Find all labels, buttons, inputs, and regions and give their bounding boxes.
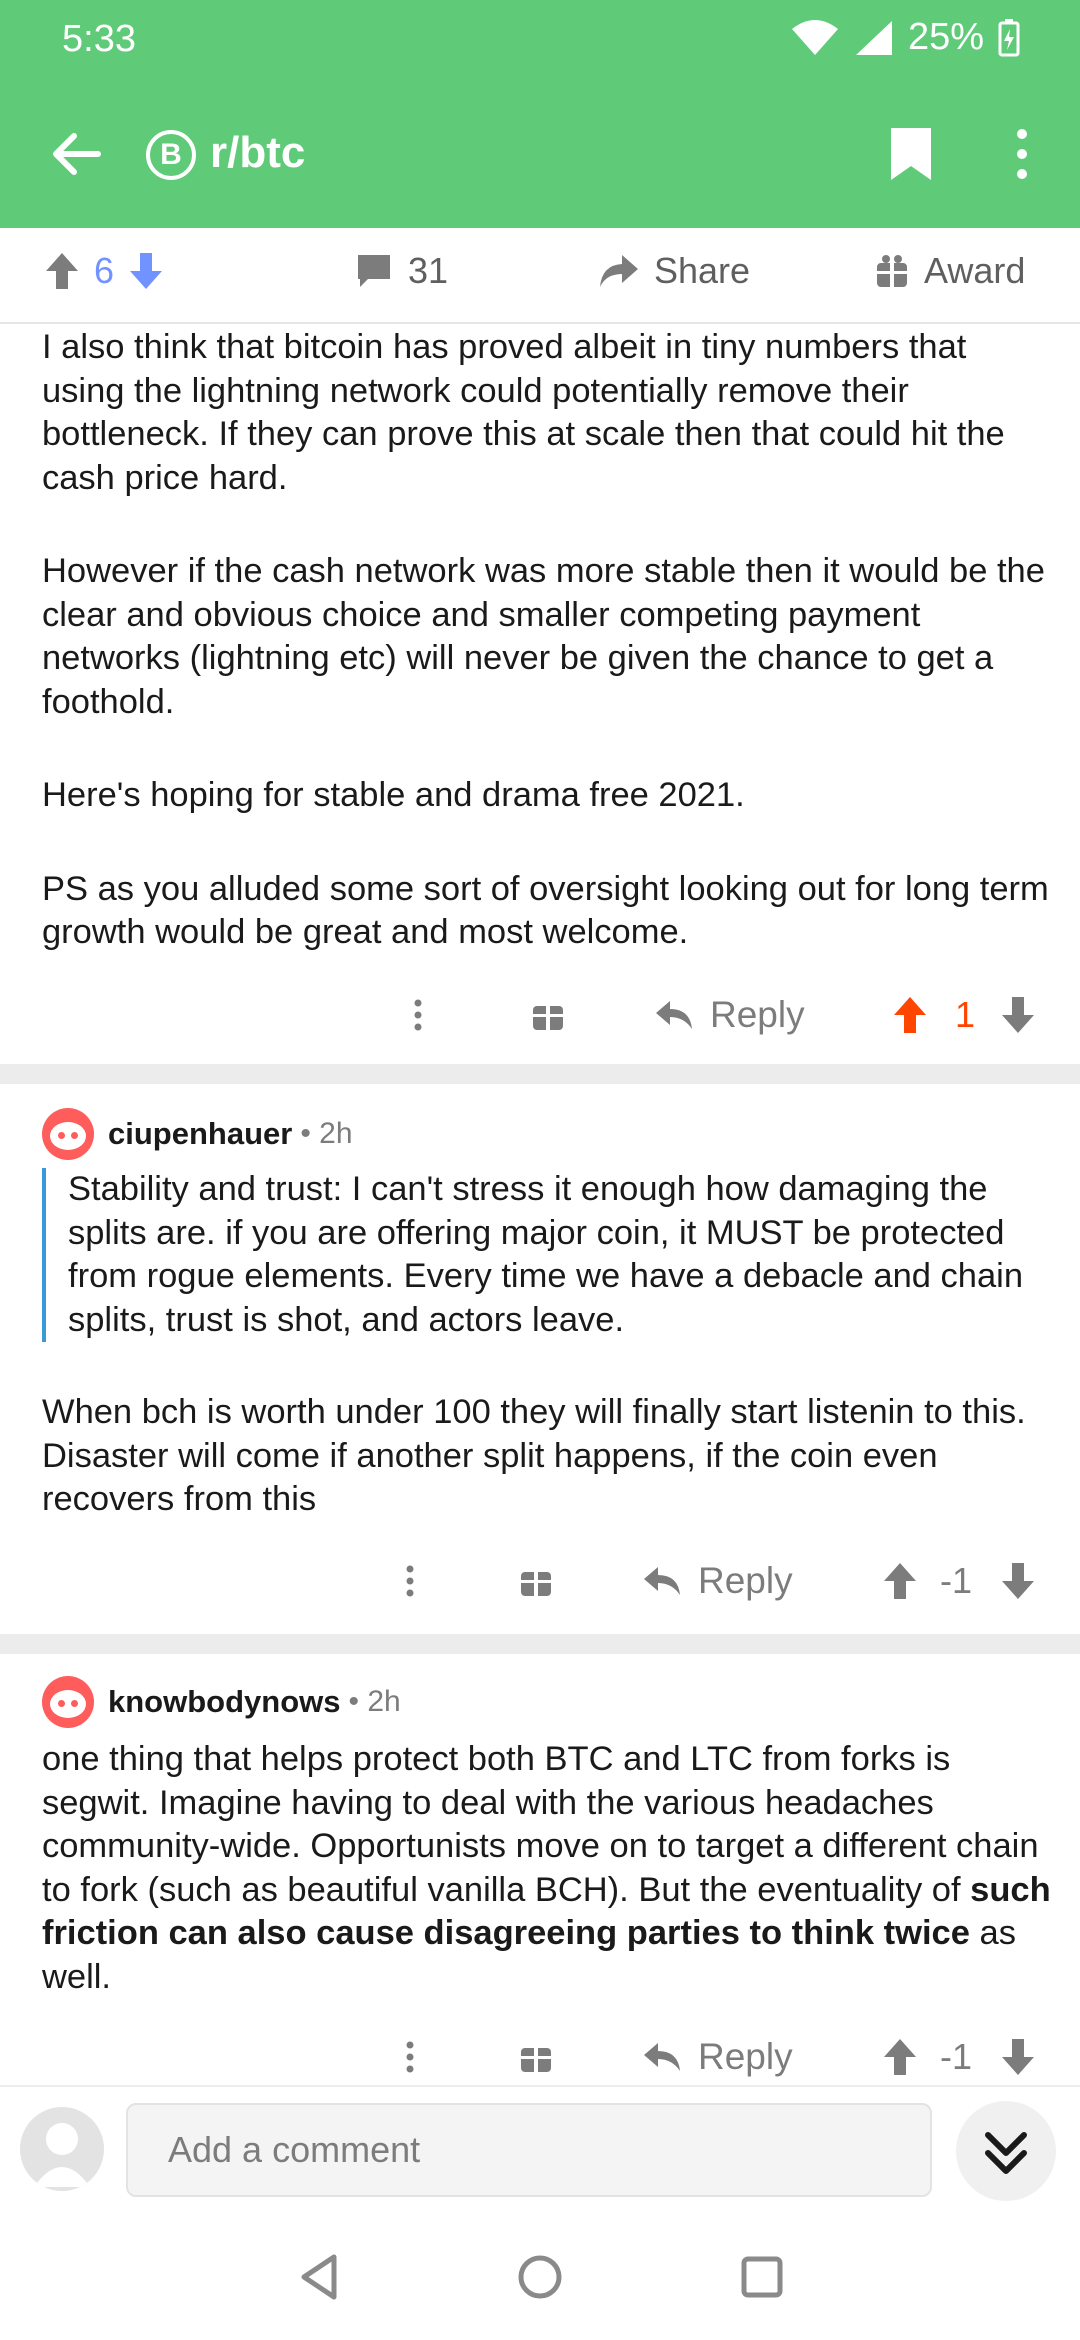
status-icons: 25%: [790, 16, 1020, 59]
comment-actions: Reply -1: [0, 1546, 1080, 1616]
award-gift-icon[interactable]: [530, 980, 566, 1050]
reply-icon: [656, 1001, 692, 1029]
nav-back-icon[interactable]: [290, 2247, 350, 2307]
comment-body-top: I also think that bitcoin has proved alb…: [42, 326, 1052, 1005]
comment-icon: [358, 255, 390, 287]
comment-count: 31: [408, 250, 449, 291]
reply-button[interactable]: Reply: [642, 1546, 793, 1616]
post-score: 6: [94, 250, 115, 291]
gift-icon: [877, 255, 907, 289]
quoted-text: Stability and trust: I can't stress it e…: [42, 1168, 1042, 1342]
comment-body: one thing that helps protect both BTC an…: [42, 1738, 1062, 1999]
comment-author[interactable]: knowbodynows: [108, 1684, 341, 1720]
comment-body: When bch is worth under 100 they will fi…: [42, 1393, 1026, 1518]
nav-recents-icon[interactable]: [732, 2247, 792, 2307]
comment-header: ciupenhauer • 2h: [42, 1108, 353, 1160]
comment-timestamp: • 2h: [300, 1117, 353, 1150]
comment-actions: Reply -1: [0, 2022, 1080, 2092]
post-vote-group: 6: [44, 250, 164, 292]
body-text: one thing that helps protect both BTC an…: [42, 1740, 1039, 1909]
double-chevron-down-icon: [985, 2132, 1027, 2174]
share-button[interactable]: Share: [596, 250, 750, 292]
reply-icon: [644, 1567, 680, 1595]
signal-icon: [855, 20, 892, 55]
downvote-icon[interactable]: [1000, 1546, 1036, 1616]
bookmark-icon[interactable]: [886, 124, 936, 184]
reply-button[interactable]: Reply: [654, 980, 805, 1050]
award-gift-icon[interactable]: [518, 1546, 554, 1616]
back-arrow-icon[interactable]: [46, 124, 106, 184]
reply-button[interactable]: Reply: [642, 2022, 793, 2092]
paragraph: However if the cash network was more sta…: [42, 552, 1045, 721]
system-nav-bar: [0, 2225, 1080, 2340]
comment-score: 1: [955, 994, 976, 1035]
subreddit-name[interactable]: r/btc: [210, 128, 305, 178]
share-label: Share: [654, 250, 751, 291]
add-comment-input[interactable]: Add a comment: [126, 2103, 932, 2197]
user-avatar[interactable]: [20, 2107, 104, 2191]
status-bar: 5:33 25%: [0, 0, 1080, 80]
upvote-icon[interactable]: [892, 980, 928, 1050]
award-gift-icon[interactable]: [518, 2022, 554, 2092]
battery-percent: 25%: [907, 16, 984, 58]
subreddit-icon[interactable]: B: [146, 130, 196, 180]
more-options-icon[interactable]: [1002, 124, 1042, 184]
paragraph: PS as you alluded some sort of oversight…: [42, 869, 1049, 952]
status-time: 5:33: [62, 18, 136, 60]
upvote-icon[interactable]: [882, 2022, 918, 2092]
more-icon[interactable]: [408, 980, 428, 1050]
post-action-bar: 6 31 Share Award: [0, 228, 1080, 324]
wifi-icon: [791, 19, 838, 55]
paragraph: I also think that bitcoin has proved alb…: [42, 328, 1005, 497]
paragraph: Here's hoping for stable and drama free …: [42, 776, 745, 814]
more-icon[interactable]: [400, 2022, 420, 2092]
app-bar: B r/btc: [0, 80, 1080, 228]
comment-score: -1: [940, 2036, 973, 2077]
downvote-icon[interactable]: [1000, 980, 1036, 1050]
upvote-icon[interactable]: [882, 1546, 918, 1616]
upvote-icon[interactable]: [44, 251, 80, 291]
reply-icon: [644, 2043, 680, 2071]
divider: [0, 1064, 1080, 1084]
reply-label: Reply: [698, 2036, 793, 2077]
award-label: Award: [924, 250, 1026, 291]
expand-button[interactable]: [956, 2101, 1056, 2201]
reply-label: Reply: [710, 994, 805, 1035]
reply-label: Reply: [698, 1560, 793, 1601]
comment-header: knowbodynows • 2h: [42, 1676, 401, 1728]
downvote-icon[interactable]: [1000, 2022, 1036, 2092]
comment-score: -1: [940, 1560, 973, 1601]
share-icon: [600, 255, 638, 287]
award-button[interactable]: Award: [874, 250, 1025, 292]
comment-timestamp: • 2h: [348, 1685, 401, 1718]
battery-charging-icon: [998, 18, 1020, 56]
more-icon[interactable]: [400, 1546, 420, 1616]
comments-button[interactable]: 31: [354, 250, 448, 292]
comment-author[interactable]: ciupenhauer: [108, 1116, 292, 1152]
downvote-icon[interactable]: [128, 251, 164, 291]
comment-composer: Add a comment: [0, 2085, 1080, 2225]
comment-actions: Reply 1: [0, 980, 1080, 1050]
avatar[interactable]: [42, 1108, 94, 1160]
avatar[interactable]: [42, 1676, 94, 1728]
nav-home-icon[interactable]: [510, 2247, 570, 2307]
divider: [0, 1634, 1080, 1654]
